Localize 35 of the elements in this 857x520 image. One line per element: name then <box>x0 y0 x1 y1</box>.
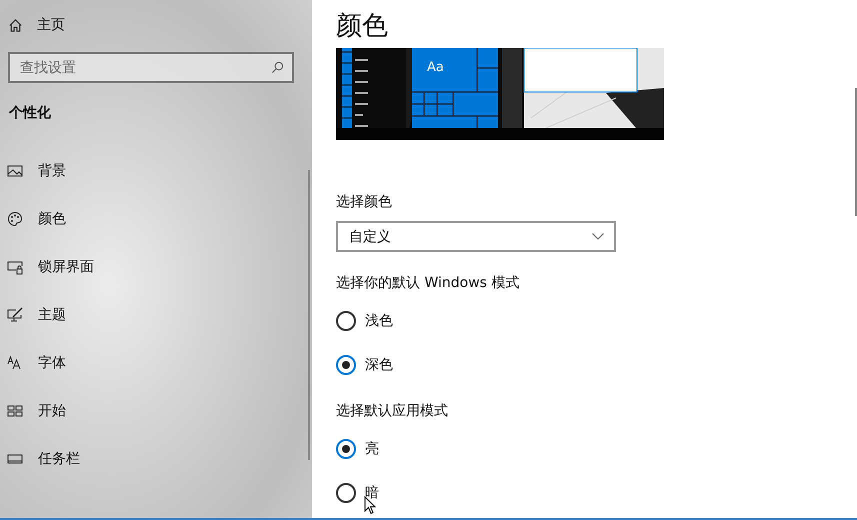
screen-lock-icon <box>7 259 23 275</box>
nav-item[interactable]: 开始 <box>0 400 66 422</box>
nav-item[interactable]: 背景 <box>0 160 66 182</box>
start-tiles-icon <box>7 403 23 419</box>
picture-icon <box>7 163 23 179</box>
radio-button[interactable] <box>336 439 356 459</box>
section-title: 个性化 <box>9 104 51 122</box>
radio-button[interactable] <box>336 311 356 331</box>
nav-item[interactable]: 颜色 <box>0 208 66 230</box>
radio-button[interactable] <box>336 483 356 503</box>
group-label: 选择默认应用模式 <box>336 402 448 420</box>
nav-item[interactable]: 任务栏 <box>0 448 80 470</box>
home-icon <box>8 18 23 32</box>
tile-label: Aa <box>427 60 444 75</box>
nav-item[interactable]: 锁屏界面 <box>0 256 94 278</box>
search-icon <box>271 61 284 74</box>
radio-label: 浅色 <box>365 312 393 330</box>
font-icon <box>7 355 23 371</box>
group-label: 选择你的默认 Windows 模式 <box>336 274 520 292</box>
monitor-brush-icon <box>7 307 23 323</box>
chevron-down-icon <box>592 233 604 240</box>
radio-label: 暗 <box>365 484 379 502</box>
radio-button[interactable] <box>336 355 356 375</box>
search-field[interactable]: 查找设置 <box>8 52 294 83</box>
radio-label: 亮 <box>365 440 379 458</box>
color-dropdown[interactable]: 自定义 <box>336 221 616 252</box>
nav-item[interactable]: 字体 <box>0 352 66 374</box>
scrollbar[interactable] <box>308 170 310 460</box>
radio-label: 深色 <box>365 356 393 374</box>
scrollbar[interactable] <box>855 88 857 216</box>
palette-icon <box>7 211 23 227</box>
home-link[interactable]: 主页 <box>0 0 65 35</box>
page-title: 颜色 <box>336 10 388 43</box>
field-label: 选择颜色 <box>336 193 392 211</box>
nav-item[interactable]: 主题 <box>0 304 66 326</box>
